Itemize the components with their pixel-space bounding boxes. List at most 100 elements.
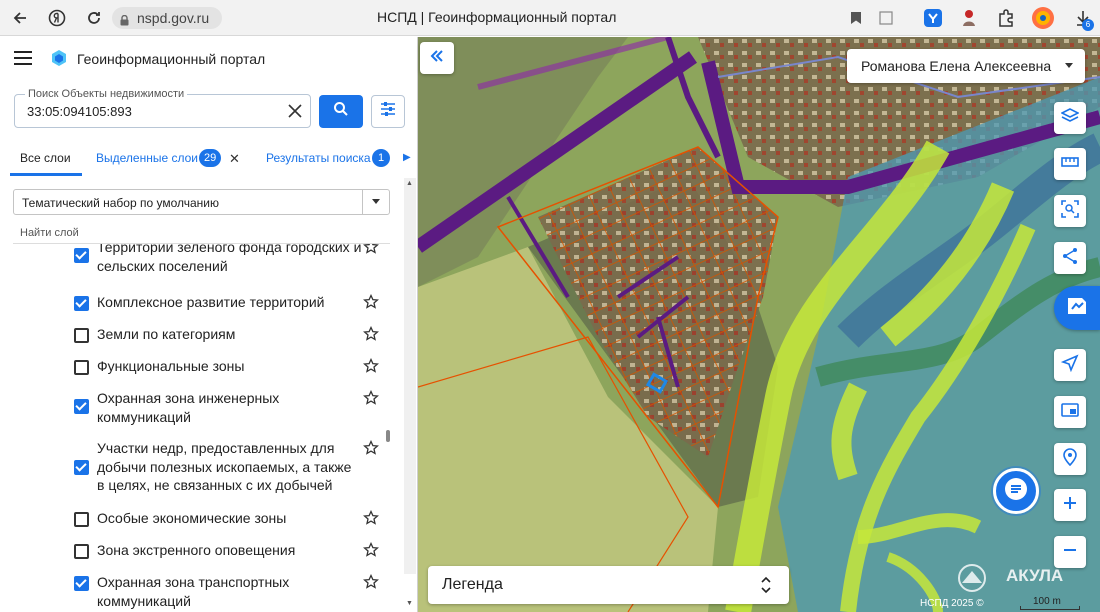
browser-toolbar: nspd.gov.ru НСПД | Геоинформационный пор… bbox=[0, 0, 1100, 36]
extension-shield-icon[interactable] bbox=[922, 6, 944, 30]
search-button[interactable] bbox=[319, 95, 363, 128]
theme-set-select[interactable]: Тематический набор по умолчанию bbox=[13, 189, 390, 215]
expand-toggle-icon[interactable] bbox=[761, 575, 771, 595]
layer-label: Особые экономические зоны bbox=[97, 510, 287, 526]
back-arrow-icon[interactable] bbox=[9, 7, 31, 29]
layer-checkbox[interactable] bbox=[74, 360, 89, 375]
downloads-icon[interactable]: 6 bbox=[1070, 6, 1096, 31]
favorite-star-icon[interactable] bbox=[363, 244, 379, 255]
layer-checkbox[interactable] bbox=[74, 328, 89, 343]
area-select-icon bbox=[1061, 199, 1079, 223]
layer-label: Охранная зона транспортных коммуникаций bbox=[97, 574, 290, 609]
plus-icon bbox=[1062, 495, 1078, 516]
favorite-star-icon[interactable] bbox=[363, 325, 379, 342]
layer-checkbox[interactable] bbox=[74, 460, 89, 475]
downloads-badge: 6 bbox=[1082, 19, 1094, 31]
favorite-star-icon[interactable] bbox=[363, 541, 379, 558]
minimap-button[interactable] bbox=[1054, 396, 1086, 428]
tab-all-layers[interactable]: Все слои bbox=[20, 151, 71, 165]
favorite-star-icon[interactable] bbox=[363, 439, 379, 456]
zoom-out-button[interactable] bbox=[1054, 536, 1086, 568]
lock-icon bbox=[120, 13, 129, 25]
layers-scrollbar[interactable] bbox=[404, 178, 416, 574]
active-tab-indicator bbox=[10, 173, 82, 176]
find-layer-input[interactable]: Найти слой bbox=[20, 227, 79, 239]
layers-panel: Геоинформационный портал Поиск Объекты н… bbox=[0, 37, 418, 612]
cadastral-search-input[interactable]: Поиск Объекты недвижимости 33:05:094105:… bbox=[14, 88, 311, 128]
layer-checkbox[interactable] bbox=[74, 576, 89, 591]
layer-checkbox[interactable] bbox=[74, 248, 89, 263]
scrollbar-thumb[interactable] bbox=[386, 430, 390, 442]
layer-label: Территории зеленого фонда городских и се… bbox=[97, 244, 362, 274]
locate-button[interactable] bbox=[1054, 443, 1086, 475]
clear-search-icon[interactable] bbox=[286, 102, 304, 120]
portal-logo-icon bbox=[50, 49, 68, 67]
url-text: nspd.gov.ru bbox=[137, 10, 210, 26]
akula-watermark: АКУЛА bbox=[1006, 566, 1064, 585]
tab-search-results[interactable]: Результаты поиска bbox=[266, 151, 371, 165]
yandex-logo-icon[interactable] bbox=[46, 7, 68, 29]
results-count-badge: 1 bbox=[372, 149, 390, 167]
layer-checkbox[interactable] bbox=[74, 399, 89, 414]
search-value[interactable]: 33:05:094105:893 bbox=[27, 104, 132, 119]
layer-label: Участки недр, предоставленных для добычи… bbox=[97, 440, 352, 493]
favorite-star-icon[interactable] bbox=[363, 293, 379, 310]
layer-label: Комплексное развитие территорий bbox=[97, 294, 325, 310]
area-select-button[interactable] bbox=[1054, 195, 1086, 227]
location-search-icon bbox=[1061, 447, 1079, 471]
reload-icon[interactable] bbox=[83, 7, 105, 29]
share-button[interactable] bbox=[1054, 242, 1086, 274]
navigate-button[interactable] bbox=[1054, 349, 1086, 381]
app-title: Геоинформационный портал bbox=[77, 51, 266, 67]
scroll-up-icon[interactable]: ▲ bbox=[406, 180, 413, 187]
zoom-in-button[interactable] bbox=[1054, 489, 1086, 521]
search-icon bbox=[333, 101, 349, 122]
map-canvas[interactable] bbox=[418, 37, 1100, 612]
picture-in-picture-icon bbox=[1061, 401, 1079, 424]
layer-checkbox[interactable] bbox=[74, 296, 89, 311]
extension-figure-icon[interactable] bbox=[958, 6, 980, 30]
selected-layers-count-badge: 29 bbox=[199, 149, 222, 167]
user-menu[interactable]: Романова Елена Алексеевна bbox=[847, 49, 1085, 83]
layers-button[interactable] bbox=[1054, 102, 1086, 134]
scale-bar bbox=[1020, 606, 1080, 610]
favorite-star-icon[interactable] bbox=[363, 357, 379, 374]
legend-panel[interactable]: Легенда bbox=[428, 566, 789, 604]
chat-button[interactable] bbox=[993, 468, 1039, 514]
ruler-button[interactable] bbox=[1054, 148, 1086, 180]
layer-label: Земли по категориям bbox=[97, 326, 236, 342]
layer-label: Охранная зона инженерных коммуникаций bbox=[97, 390, 280, 425]
app-header: Геоинформационный портал bbox=[0, 37, 418, 81]
clear-selected-icon[interactable]: ✕ bbox=[229, 151, 240, 167]
layer-label: Функциональные зоны bbox=[97, 358, 245, 374]
user-name: Романова Елена Алексеевна bbox=[861, 58, 1052, 74]
bookmark-icon[interactable] bbox=[848, 6, 864, 30]
filter-settings-button[interactable] bbox=[371, 95, 405, 128]
address-bar[interactable]: nspd.gov.ru bbox=[112, 7, 222, 29]
favorite-star-icon[interactable] bbox=[363, 389, 379, 406]
layer-tabs: Все слои Выделенные слои 29 ✕ Результаты… bbox=[0, 145, 418, 177]
search-label: Поиск Объекты недвижимости bbox=[25, 88, 188, 100]
sliders-icon bbox=[379, 100, 397, 123]
tabs-scroll-right-icon[interactable]: ▶ bbox=[403, 152, 411, 163]
map-report-icon bbox=[1065, 295, 1089, 322]
favorite-star-icon[interactable] bbox=[363, 573, 379, 590]
minus-icon bbox=[1062, 542, 1078, 563]
share-icon bbox=[1061, 247, 1079, 270]
favorite-star-icon[interactable] bbox=[363, 509, 379, 526]
tab-selected-layers[interactable]: Выделенные слои bbox=[96, 151, 198, 165]
akula-logo-icon bbox=[956, 563, 988, 593]
menu-icon[interactable] bbox=[14, 51, 32, 65]
layer-label: Зона экстренного оповещения bbox=[97, 542, 296, 558]
layer-checkbox[interactable] bbox=[74, 512, 89, 527]
ruler-icon bbox=[1061, 153, 1079, 176]
collapse-panel-button[interactable] bbox=[420, 42, 454, 74]
profile-avatar-icon[interactable] bbox=[1030, 6, 1056, 30]
extensions-puzzle-icon[interactable] bbox=[995, 6, 1017, 30]
scroll-down-icon[interactable]: ▼ bbox=[406, 600, 413, 607]
layer-checkbox[interactable] bbox=[74, 544, 89, 559]
active-tool-button[interactable] bbox=[1054, 286, 1100, 330]
layers-icon bbox=[1060, 107, 1080, 130]
window-controls-icon[interactable] bbox=[878, 6, 894, 30]
browser-page-title: НСПД | Геоинформационный портал bbox=[377, 9, 617, 25]
